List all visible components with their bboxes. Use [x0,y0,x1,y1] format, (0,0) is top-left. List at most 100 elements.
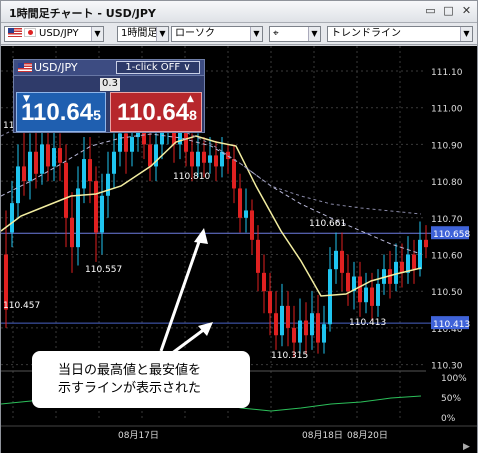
candle-body [100,195,104,233]
price-axis-label: 110.80 [431,178,463,188]
callout-arrowhead [194,228,208,244]
cursor-mode-select[interactable]: ⌖ ▼ [269,26,321,42]
candle-body [298,320,302,343]
jp-flag-icon [24,28,36,37]
date-axis-label: 08月17日 [118,430,159,441]
us-flag-icon [8,28,22,37]
candle-body [190,151,194,167]
candle-body [52,148,56,167]
timeframe-select[interactable]: 1時間足 ▼ [117,26,169,42]
candle-body [334,250,338,270]
crosshair-icon: ⌖ [273,28,279,39]
candle-body [250,210,254,240]
candle-body [424,239,428,248]
chart-type-value: ローソク [175,28,215,39]
candle-body [412,254,416,270]
spread-value: 0.3 [100,78,120,91]
candle-body [256,239,260,273]
price-annotation: 110.661 [309,219,346,229]
candle-body [118,133,122,152]
chart-type-select[interactable]: ローソク ▼ [171,26,263,42]
pair-select-value: USD/JPY [39,28,79,39]
candle-body [94,181,98,233]
scroll-right-icon: ▶ [463,442,470,452]
timeframe-value: 1時間足 [121,28,158,39]
drawing-tool-value: トレンドライン [331,28,401,39]
candle-body [346,272,350,292]
low-price-text: 110.413 [433,320,470,330]
candle-body [418,239,422,270]
price-annotation: 110.413 [349,318,386,328]
candle-body [76,188,80,248]
price-axis-label: 110.30 [431,362,463,372]
candle-body [322,324,326,343]
candle-body [64,162,68,218]
callout-line-2: 示すラインが表示された [58,381,202,396]
price-axis-label: 111.00 [431,105,463,115]
candle-body [106,173,110,196]
maximize-icon[interactable]: □ [441,4,456,19]
price-annotation: 110.457 [3,301,40,311]
candle-body [274,313,278,336]
candle-body [328,269,332,325]
one-click-toggle[interactable]: 1-click OFF ∨ [116,61,200,74]
candle-body [280,305,284,336]
drawing-tool-select[interactable]: トレンドライン ▼ [327,26,473,42]
candle-body [130,137,134,152]
candle-body [22,166,26,182]
candle-body [400,261,404,273]
chevron-down-icon[interactable]: ▼ [460,27,472,41]
candle-body [16,166,20,204]
chevron-down-icon[interactable]: ▼ [308,27,320,41]
callout-line-1: 当日の最高値と最安値を [58,363,202,378]
candle-body [88,159,92,182]
candle-body [394,261,398,284]
candlestick-chart[interactable]: 111.10 111.00 110.90 110.80 110.70 110.60 110.… [1,46,477,453]
us-flag-icon [18,63,32,72]
price-annotation: 110.810 [173,172,210,182]
chart-toolbar: USD/JPY ▼ 1時間足 ▼ ローソク ▼ ⌖ ▼ トレンドライン ▼ [1,23,477,45]
minimize-icon[interactable]: ▭ [423,4,438,19]
price-annotation: 110.315 [271,351,308,361]
candle-body [310,313,314,336]
candle-body [40,144,44,174]
candle-body [196,151,200,167]
oscillator-axis-label: 50% [441,394,461,404]
candle-body [70,217,74,248]
candle-body [340,250,344,273]
chart-window: 1時間足チャート - USD/JPY ▭ □ ✕ USD/JPY ▼ 1時間足 … [0,0,478,453]
explanation-callout: 当日の最高値と最安値を 示すラインが表示された [32,351,250,408]
candle-body [304,320,308,336]
title-bar[interactable]: 1時間足チャート - USD/JPY ▭ □ ✕ [1,1,477,23]
candle-body [58,148,62,163]
candle-body [364,287,368,303]
chevron-down-icon[interactable]: ▼ [250,27,262,41]
price-axis-label: 110.90 [431,141,463,151]
bid-price: 110.645 [21,99,101,126]
price-annotation: 110.557 [85,265,122,275]
candle-body [28,151,32,182]
candle-body [46,144,50,167]
rate-panel-header: USD/JPY 1-click OFF ∨ [14,60,204,76]
date-axis-label: 08月20日 [347,430,388,441]
buy-button[interactable]: ▲ 110.648 [110,92,202,132]
window-title: 1時間足チャート - USD/JPY [9,7,156,20]
close-icon[interactable]: ✕ [459,4,474,19]
candle-body [358,276,362,303]
rate-panel-pair: USD/JPY [18,61,78,74]
price-axis-label: 110.70 [431,215,463,225]
pair-select[interactable]: USD/JPY ▼ [4,26,104,42]
candle-body [208,155,212,163]
sell-button[interactable]: ▼ 110.645 [16,92,106,132]
date-axis-label: 08月18日 [302,430,343,441]
chevron-down-icon[interactable]: ▼ [156,27,168,41]
price-axis-label: 111.10 [431,68,463,78]
candle-body [268,291,272,314]
candle-body [286,305,290,328]
rate-panel: USD/JPY 1-click OFF ∨ 0.3 ▼ 110.645 ▲ 11… [13,59,205,133]
price-axis-label: 110.60 [431,252,463,262]
candle-body [214,155,218,167]
candle-body [124,133,128,152]
candle-body [226,151,230,160]
chevron-down-icon[interactable]: ▼ [91,27,103,41]
